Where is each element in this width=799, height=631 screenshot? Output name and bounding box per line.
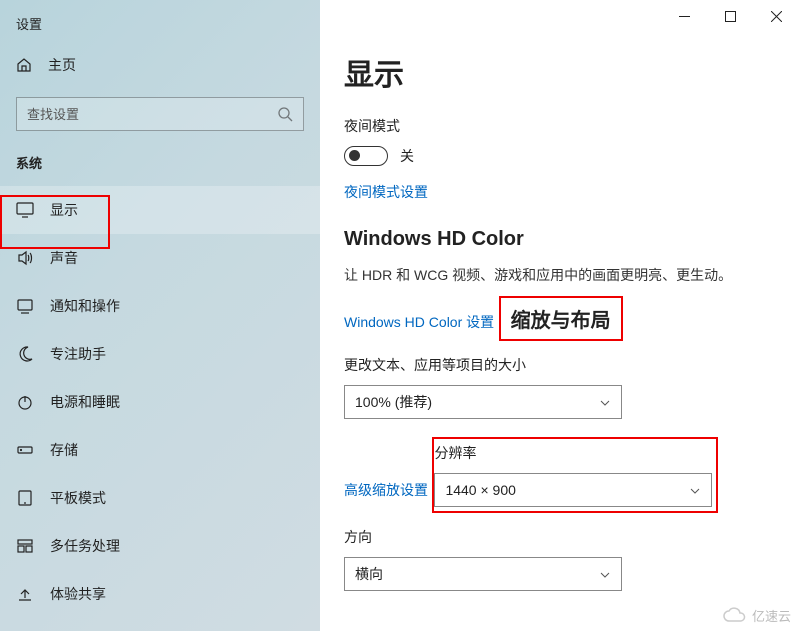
search-icon: [277, 106, 293, 122]
chevron-down-icon: [599, 568, 611, 580]
nav-item-tablet[interactable]: 平板模式: [0, 474, 320, 522]
night-mode-state: 关: [400, 146, 414, 166]
hd-color-title: Windows HD Color: [344, 228, 799, 251]
orientation-label: 方向: [344, 527, 799, 547]
highlight-box-scale: 缩放与布局: [499, 296, 623, 341]
chevron-down-icon: [599, 396, 611, 408]
chevron-down-icon: [689, 484, 701, 496]
nav-item-multitask[interactable]: 多任务处理: [0, 522, 320, 570]
resolution-dropdown[interactable]: 1440 × 900: [434, 473, 712, 507]
tablet-icon: [16, 489, 34, 507]
scale-dropdown[interactable]: 100% (推荐): [344, 385, 622, 419]
nav-item-sound[interactable]: 声音: [0, 234, 320, 282]
nav-list: 显示 声音 通知和操作 专注助手 电源和睡眠 存储 平板模式 多任务处理: [0, 186, 320, 618]
highlight-box-resolution: 分辨率 1440 × 900: [432, 437, 718, 513]
power-icon: [16, 393, 34, 411]
resolution-label: 分辨率: [434, 443, 712, 463]
nav-item-share[interactable]: 体验共享: [0, 570, 320, 618]
notification-icon: [16, 297, 34, 315]
nav-item-notifications[interactable]: 通知和操作: [0, 282, 320, 330]
window-controls: [661, 0, 799, 32]
storage-icon: [16, 441, 34, 459]
maximize-button[interactable]: [707, 0, 753, 32]
home-icon: [16, 57, 32, 73]
nav-item-display[interactable]: 显示: [0, 186, 320, 234]
watermark: 亿速云: [722, 606, 791, 625]
home-label: 主页: [48, 55, 76, 75]
monitor-icon: [16, 201, 34, 219]
page-title: 显示: [344, 50, 799, 94]
sound-icon: [16, 249, 34, 267]
close-button[interactable]: [753, 0, 799, 32]
hd-color-desc: 让 HDR 和 WCG 视频、游戏和应用中的画面更明亮、更生动。: [344, 265, 799, 286]
night-mode-toggle[interactable]: [344, 146, 388, 166]
night-mode-settings-link[interactable]: 夜间模式设置: [344, 182, 428, 202]
night-mode-label: 夜间模式: [344, 116, 799, 136]
cloud-icon: [722, 607, 748, 625]
nav-item-focus[interactable]: 专注助手: [0, 330, 320, 378]
share-icon: [16, 585, 34, 603]
moon-icon: [16, 345, 34, 363]
main-content: 显示 夜间模式 关 夜间模式设置 Windows HD Color 让 HDR …: [320, 0, 799, 631]
section-label: 系统: [0, 145, 320, 180]
search-input[interactable]: [27, 107, 277, 122]
app-title: 设置: [0, 0, 320, 41]
orientation-dropdown[interactable]: 横向: [344, 557, 622, 591]
nav-item-storage[interactable]: 存储: [0, 426, 320, 474]
advanced-scale-link[interactable]: 高级缩放设置: [344, 480, 428, 500]
multitask-icon: [16, 537, 34, 555]
minimize-button[interactable]: [661, 0, 707, 32]
home-button[interactable]: 主页: [0, 41, 320, 89]
hd-color-settings-link[interactable]: Windows HD Color 设置: [344, 312, 494, 332]
scale-label: 更改文本、应用等项目的大小: [344, 355, 799, 375]
nav-item-power[interactable]: 电源和睡眠: [0, 378, 320, 426]
search-box[interactable]: [16, 97, 304, 131]
scale-title: 缩放与布局: [511, 304, 611, 333]
sidebar: 设置 主页 系统 显示 声音 通知和操作 专注助手 电源和睡: [0, 0, 320, 631]
